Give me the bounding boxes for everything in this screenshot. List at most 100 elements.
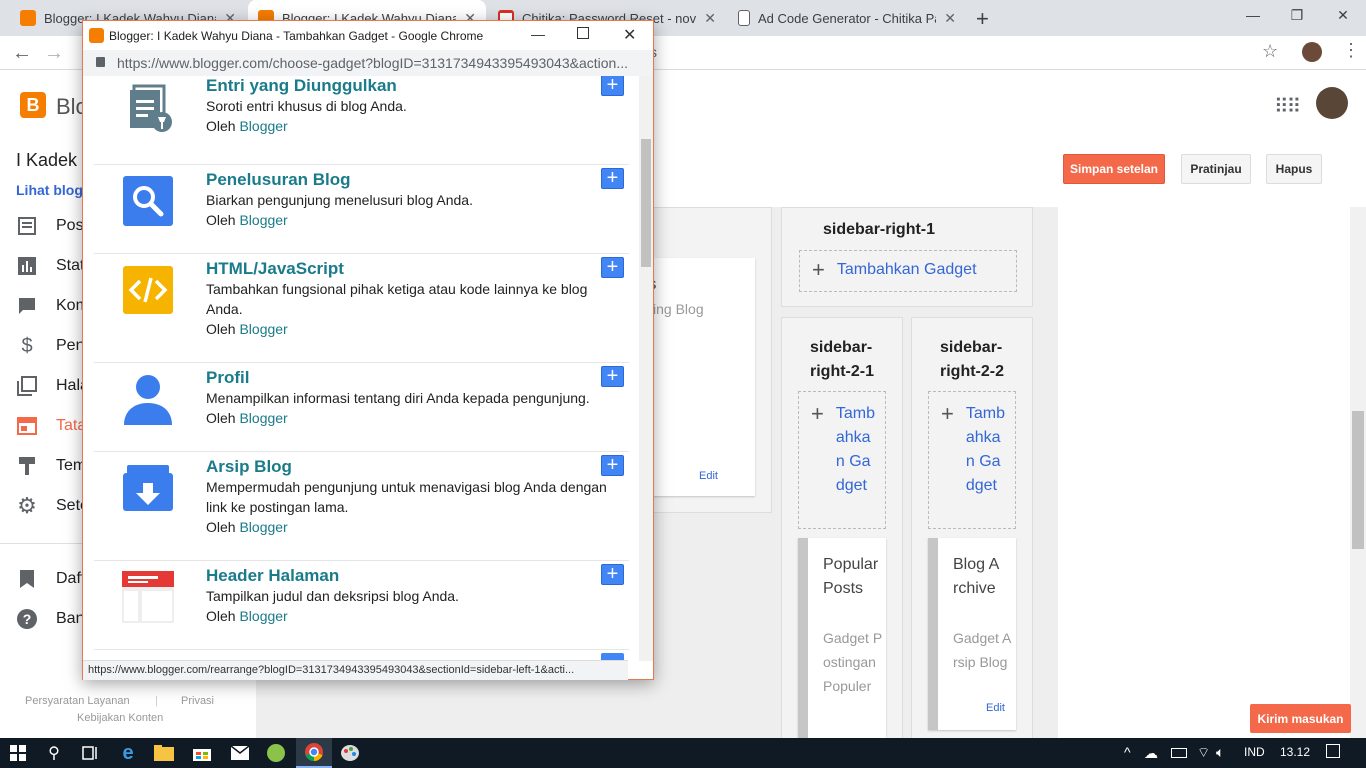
close-icon[interactable]: ✕: [704, 10, 716, 27]
pages-icon: [16, 375, 38, 397]
save-settings-button[interactable]: Simpan setelan: [1063, 154, 1165, 184]
chevron-up-icon[interactable]: ^: [1124, 744, 1131, 760]
gadget-name[interactable]: Entri yang Diunggulkan: [206, 76, 397, 96]
section-title: sidebar-right-1: [823, 221, 936, 238]
add-gadget-plus-button[interactable]: +: [601, 366, 624, 387]
profile-icon: [122, 373, 174, 425]
clock[interactable]: 13.12: [1280, 745, 1310, 759]
add-gadget-plus-button[interactable]: +: [601, 168, 624, 189]
by-label: Oleh: [206, 608, 236, 624]
gadget-name[interactable]: Profil: [206, 368, 249, 388]
minimize-button[interactable]: —: [531, 26, 545, 42]
chrome-icon[interactable]: [296, 738, 332, 768]
popup-address-bar[interactable]: https://www.blogger.com/choose-gadget?bl…: [83, 50, 653, 76]
language-indicator[interactable]: IND: [1244, 745, 1265, 759]
wifi-icon[interactable]: ⌔: [1197, 744, 1210, 762]
send-feedback-button[interactable]: Kirim masukan: [1250, 704, 1351, 733]
gadget-name[interactable]: HTML/JavaScript: [206, 259, 344, 279]
cloud-icon[interactable]: ☁: [1144, 745, 1158, 762]
battery-icon[interactable]: [1171, 748, 1187, 758]
sidebar-item-reading-list[interactable]: Daft: [16, 559, 85, 599]
gadget-name[interactable]: Header Halaman: [206, 566, 339, 586]
gadget-card-popular-posts[interactable]: Popular Posts Gadget Postingan Populer: [798, 538, 886, 758]
author-link[interactable]: Blogger: [239, 212, 287, 228]
sidebar-item-label: Daft: [56, 570, 86, 587]
gadget-desc-text: Soroti entri khusus di blog Anda.: [206, 98, 407, 114]
edit-link[interactable]: Edit: [699, 470, 718, 482]
content-policy-link[interactable]: Kebijakan Konten: [77, 712, 163, 724]
mail-icon[interactable]: [222, 738, 258, 768]
blogger-icon: [20, 10, 36, 26]
volume-icon[interactable]: 🔈︎: [1216, 744, 1224, 761]
gadget-description: Tampilkan judul dan deksripsi blog Anda.…: [206, 586, 626, 626]
maximize-button[interactable]: ❐: [1274, 4, 1320, 26]
avatar[interactable]: [1316, 87, 1348, 119]
sidebar-item-comments[interactable]: Kom: [16, 286, 89, 326]
edit-link[interactable]: Edit: [986, 702, 1005, 714]
add-gadget-button[interactable]: + Tambahkan Gadget: [799, 250, 1017, 292]
maximize-button[interactable]: [577, 27, 589, 39]
section-title: sidebar-right-2-1: [810, 339, 874, 380]
paint-icon[interactable]: [332, 738, 368, 768]
privacy-link[interactable]: Privasi: [181, 695, 214, 707]
close-icon[interactable]: ✕: [944, 10, 956, 27]
forward-arrow-icon[interactable]: →: [44, 42, 64, 65]
terms-link[interactable]: Persyaratan Layanan: [25, 695, 130, 707]
add-gadget-plus-button[interactable]: +: [601, 76, 624, 96]
sidebar-item-layout[interactable]: Tata: [16, 406, 86, 446]
browser-tab-4[interactable]: Ad Code Generator - Chitika Part ✕: [728, 0, 966, 36]
back-arrow-icon[interactable]: ←: [12, 42, 32, 65]
page-scrollbar[interactable]: [1350, 207, 1366, 738]
author-link[interactable]: Blogger: [239, 321, 287, 337]
add-gadget-popup-window: Blogger: I Kadek Wahyu Diana - Tambahkan…: [82, 20, 654, 680]
author-link[interactable]: Blogger: [239, 519, 287, 535]
sidebar-item-label: Stat: [56, 257, 85, 274]
search-icon: [122, 175, 174, 227]
add-gadget-plus-button[interactable]: +: [601, 455, 624, 476]
gadget-desc-text: Mempermudah pengunjung untuk menavigasi …: [206, 479, 607, 515]
close-window-button[interactable]: ✕: [1320, 4, 1366, 26]
section-sidebar-right-2-2: sidebar-right-2-2 + Tambahkan Gadget Blo…: [911, 317, 1033, 747]
minimize-button[interactable]: —: [1230, 4, 1276, 26]
sidebar-item-help[interactable]: ? Ban: [16, 599, 84, 639]
scrollbar-thumb[interactable]: [1352, 411, 1364, 549]
file-explorer-icon[interactable]: [146, 738, 182, 768]
add-gadget-button[interactable]: + Tambahkan Gadget: [928, 391, 1016, 529]
profile-avatar[interactable]: [1302, 42, 1322, 62]
bookmark-star-icon[interactable]: ☆: [1262, 41, 1278, 62]
menu-dots-icon[interactable]: ⋮: [1342, 40, 1360, 61]
author-link[interactable]: Blogger: [239, 410, 287, 426]
edge-icon[interactable]: e: [110, 738, 146, 768]
sidebar-item-earnings[interactable]: $ Pen: [16, 326, 84, 366]
gadget-item: Entri yang Diunggulkan Soroti entri khus…: [94, 76, 629, 165]
author-link[interactable]: Blogger: [239, 608, 287, 624]
add-gadget-button[interactable]: + Tambahkan Gadget: [798, 391, 886, 529]
close-button[interactable]: ✕: [623, 25, 636, 45]
blogger-logo-icon[interactable]: B: [20, 92, 46, 118]
store-icon[interactable]: [184, 738, 220, 768]
sidebar-item-settings[interactable]: ⚙ Sete: [16, 486, 89, 526]
app-green-icon[interactable]: [258, 738, 294, 768]
apps-grid-icon[interactable]: ⠿⠿: [1274, 94, 1301, 119]
preview-button[interactable]: Pratinjau: [1181, 154, 1251, 184]
gadget-name[interactable]: Arsip Blog: [206, 457, 292, 477]
notification-icon[interactable]: [1326, 744, 1340, 758]
add-gadget-plus-button[interactable]: +: [601, 257, 624, 278]
author-link[interactable]: Blogger: [239, 118, 287, 134]
windows-start-icon[interactable]: [0, 738, 36, 768]
sidebar-item-posts[interactable]: Pos: [16, 206, 84, 246]
sidebar-item-stats[interactable]: Stat: [16, 246, 84, 286]
gadget-card-blog-archive[interactable]: Blog Archive Gadget Arsip Blog Edit: [928, 538, 1016, 730]
search-icon[interactable]: ⚲: [36, 738, 72, 768]
task-view-icon[interactable]: [72, 738, 108, 768]
sidebar-item-theme[interactable]: Tem: [16, 446, 86, 486]
sidebar-item-pages[interactable]: Hala: [16, 366, 89, 406]
add-gadget-plus-button[interactable]: +: [601, 564, 624, 585]
gadget-author: Oleh Blogger: [206, 116, 626, 136]
gadget-name[interactable]: Penelusuran Blog: [206, 170, 351, 190]
new-tab-button[interactable]: +: [976, 6, 989, 32]
delete-button[interactable]: Hapus: [1266, 154, 1322, 184]
popup-scrollbar[interactable]: [639, 76, 653, 661]
view-blog-link[interactable]: Lihat blog: [16, 182, 83, 198]
popup-scrollbar-thumb[interactable]: [641, 139, 651, 267]
